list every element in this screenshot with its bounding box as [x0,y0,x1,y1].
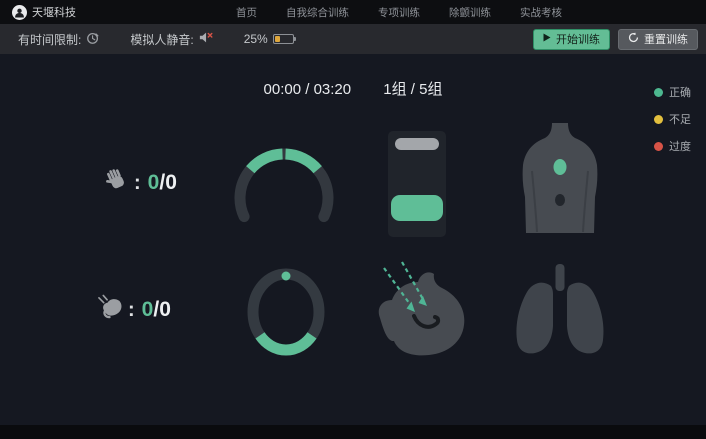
navbar: 天堰科技 首页 自我综合训练 专项训练 除颤训练 实战考核 [0,0,706,24]
brand: 天堰科技 [12,4,76,20]
training-dashboard: 00:00 / 03:20 1组 / 5组 正确 不足 过度 [0,54,706,425]
battery-status: 25% [244,32,294,46]
depth-current-marker [391,195,443,221]
nav-item-home[interactable]: 首页 [236,5,257,20]
torso-figure [508,121,612,240]
brand-name: 天堰科技 [32,4,76,20]
ventilation-volume-gauge [245,266,327,363]
compression-rate-gauge [232,142,336,229]
compression-separator: : [134,172,141,195]
legend-label-correct: 正确 [669,84,691,100]
ventilation-done-value: 0 [142,298,154,322]
compression-total-value: /0 [159,171,177,195]
play-icon [543,33,551,45]
ventilation-total-value: /0 [153,298,171,322]
nav-item-defibrillation-training[interactable]: 除颤训练 [449,5,491,20]
reset-training-button[interactable]: 重置训练 [618,29,698,50]
session-group: 1组 / 5组 [383,81,442,98]
correct-dot-icon [654,88,663,97]
time-limit-label: 有时间限制: [18,31,81,48]
cpr-training-app: 天堰科技 首页 自我综合训练 专项训练 除颤训练 实战考核 有时间限制: 模拟人… [0,0,706,439]
start-training-label: 开始训练 [556,31,600,47]
legend-label-excessive: 过度 [669,138,691,154]
legend-item-correct: 正确 [654,84,691,100]
session-bar: 00:00 / 03:20 1组 / 5组 [0,78,706,99]
mute-label: 模拟人静音: [130,31,193,48]
battery-icon [273,34,294,44]
session-time: 00:00 / 03:20 [264,81,352,98]
mute-setting[interactable]: 模拟人静音: [130,31,213,48]
compression-depth-bar [388,131,446,237]
nav-item-special-training[interactable]: 专项训练 [378,5,420,20]
toolbar-buttons: 开始训练 重置训练 [533,29,698,50]
battery-percent: 25% [244,32,268,46]
reset-icon [628,32,639,46]
ventilation-count: : 0 /0 [97,294,171,326]
nav-item-self-comprehensive-training[interactable]: 自我综合训练 [286,5,349,20]
start-training-button[interactable]: 开始训练 [533,29,610,50]
compression-point-indicator [554,159,567,175]
main-nav: 首页 自我综合训练 专项训练 除颤训练 实战考核 [236,0,562,24]
toolbar: 有时间限制: 模拟人静音: 25% [0,24,706,54]
person-icon [12,5,27,20]
footer-bar [0,425,706,439]
clock-icon [86,31,100,48]
hand-icon [103,167,130,199]
airway-head-figure [362,256,478,367]
reset-training-label: 重置训练 [644,31,688,47]
compression-count: : 0 /0 [103,167,177,199]
speaker-muted-icon [199,31,214,47]
lungs-icon [507,262,613,363]
legend-item-insufficient: 不足 [654,111,691,127]
legend-label-insufficient: 不足 [669,111,691,127]
legend-item-excessive: 过度 [654,138,691,154]
time-limit-setting[interactable]: 有时间限制: [18,31,100,48]
depth-target-marker [395,138,439,150]
legend: 正确 不足 过度 [654,84,691,154]
nav-item-practical-assessment[interactable]: 实战考核 [520,5,562,20]
ring-top-marker [282,272,291,281]
excessive-dot-icon [654,142,663,151]
breath-icon [97,294,124,326]
ventilation-separator: : [128,299,135,322]
compression-done-value: 0 [148,171,160,195]
insufficient-dot-icon [654,115,663,124]
